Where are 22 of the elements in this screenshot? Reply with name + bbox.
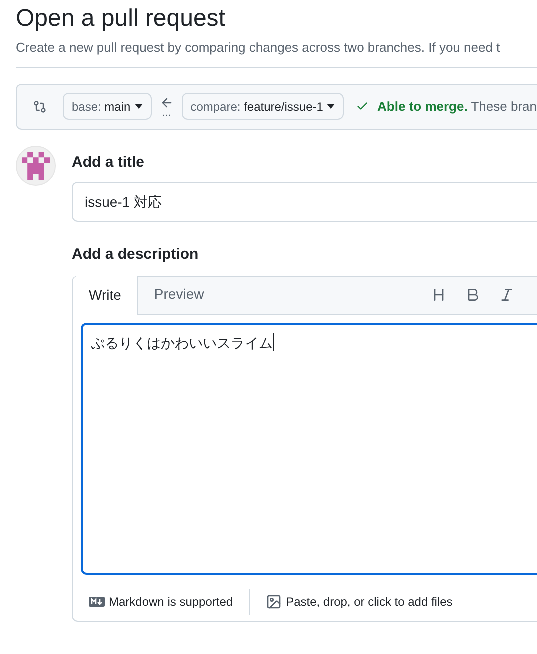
- image-icon: [266, 594, 282, 610]
- merge-status: Able to merge. These bran: [378, 98, 537, 116]
- identicon-drawing: [22, 152, 50, 180]
- description-label: Add a description: [72, 245, 200, 265]
- compare-branch-button[interactable]: compare: feature/issue-1: [182, 93, 344, 120]
- title-label: Add a title: [72, 152, 146, 172]
- description-text: ぷるりくはかわいいスライム: [91, 334, 273, 352]
- caret-icon: [327, 104, 336, 109]
- markdown-note[interactable]: Markdown is supported: [109, 592, 234, 610]
- page-title: Open a pull request: [16, 4, 226, 34]
- text-cursor: [273, 332, 274, 350]
- editor-tab[interactable]: Write: [73, 276, 138, 314]
- swap-dots: ...: [162, 110, 171, 118]
- markdown-icon: [89, 596, 105, 606]
- compare-icon: [33, 98, 47, 114]
- page-subtitle: Create a new pull request by comparing changes across two branches. If you need t: [16, 39, 502, 57]
- editor-tab[interactable]: Preview: [138, 276, 220, 314]
- attach-files-button[interactable]: Paste, drop, or click to add files: [250, 592, 469, 610]
- base-branch-button[interactable]: base: main: [62, 93, 152, 120]
- title-input[interactable]: issue-1 対応: [72, 182, 537, 222]
- description-textarea[interactable]: ぷるりくはかわいいスライム: [81, 322, 537, 574]
- caret-icon: [134, 104, 143, 109]
